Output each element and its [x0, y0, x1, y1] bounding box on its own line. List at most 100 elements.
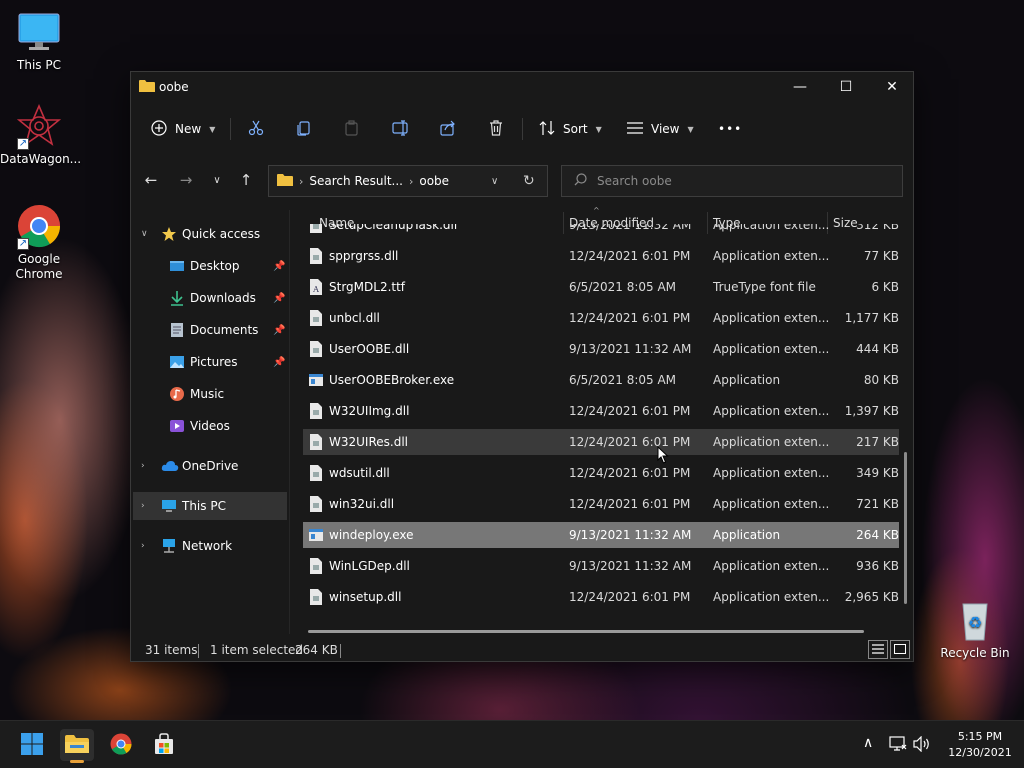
address-bar[interactable]: › Search Result... › oobe ∨ ↻ [268, 165, 548, 197]
network-status-icon[interactable] [889, 736, 907, 756]
desktop-icon-label: Recycle Bin [940, 646, 1010, 660]
details-view-toggle[interactable] [868, 640, 888, 659]
file-row[interactable]: WinLGDep.dll 9/13/2021 11:32 AM Applicat… [303, 553, 899, 579]
search-box[interactable] [561, 165, 903, 197]
desktop-icon-datawagon[interactable]: ↗ DataWagon... [0, 103, 81, 167]
file-row[interactable]: spprgrss.dll 12/24/2021 6:01 PM Applicat… [303, 243, 899, 269]
share-button[interactable] [440, 116, 456, 142]
file-row[interactable]: winsetup.dll 12/24/2021 6:01 PM Applicat… [303, 584, 899, 610]
desktop-icon-label: This PC [17, 58, 61, 72]
nav-label: This PC [182, 499, 226, 513]
pane-splitter[interactable] [289, 210, 290, 634]
paste-button[interactable] [344, 116, 360, 142]
status-divider [340, 644, 341, 658]
horizontal-scrollbar[interactable] [308, 630, 864, 633]
file-row-hovered[interactable]: W32UIRes.dll 12/24/2021 6:01 PM Applicat… [303, 429, 899, 455]
dll-file-icon [309, 310, 323, 326]
recent-locations-button[interactable]: ∨ [205, 168, 229, 192]
back-button[interactable]: ← [139, 168, 163, 192]
new-button[interactable]: New ▼ [151, 116, 215, 142]
maximize-button[interactable]: ☐ [823, 72, 869, 102]
arrow-left-icon: ← [144, 171, 158, 189]
copy-icon [296, 120, 312, 139]
sort-label: Sort [563, 122, 588, 136]
new-label: New [175, 122, 202, 136]
mouse-cursor-icon [657, 445, 669, 467]
window-title: oobe [159, 80, 189, 94]
file-row-selected[interactable]: windeploy.exe 9/13/2021 11:32 AM Applica… [303, 522, 899, 548]
taskbar-store[interactable] [147, 729, 181, 761]
file-list: SetupCleanupTask.dll 9/13/2021 11:32 AM … [303, 224, 899, 634]
nav-onedrive[interactable]: › OneDrive [133, 452, 287, 480]
volume-icon[interactable] [913, 735, 931, 756]
command-bar: New ▼ Sort ▼ View ▼ ••• [131, 108, 913, 150]
file-row[interactable]: A StrgMDL2.ttf 6/5/2021 8:05 AM TrueType… [303, 274, 899, 300]
start-button[interactable] [15, 729, 49, 761]
desktop-icon-recycle-bin[interactable]: ♻ Recycle Bin [936, 598, 1014, 661]
dll-file-icon [309, 465, 323, 481]
copy-button[interactable] [296, 116, 312, 142]
chrome-icon: ↗ [17, 204, 61, 250]
cut-button[interactable] [248, 116, 264, 142]
chevron-down-icon: ▼ [595, 124, 602, 134]
minimize-button[interactable]: — [777, 72, 823, 102]
dll-file-icon [309, 248, 323, 264]
trash-icon [488, 119, 504, 139]
sort-button[interactable]: Sort ▼ [539, 116, 602, 142]
desktop-icon-google-chrome[interactable]: ↗ Google Chrome [0, 204, 78, 282]
nav-music[interactable]: Music [133, 380, 287, 408]
file-row[interactable]: win32ui.dll 12/24/2021 6:01 PM Applicati… [303, 491, 899, 517]
pin-icon: 📌 [273, 292, 286, 304]
nav-documents[interactable]: Documents 📌 [133, 316, 287, 344]
title-bar[interactable]: oobe — ☐ ✕ [131, 72, 913, 102]
nav-desktop[interactable]: Desktop 📌 [133, 252, 287, 280]
show-hidden-icons-chevron-icon[interactable]: ∧ [863, 735, 873, 751]
tiles-view-toggle[interactable] [890, 640, 910, 659]
nav-network[interactable]: › Network [133, 532, 287, 560]
plus-circle-icon [151, 119, 167, 139]
share-icon [440, 120, 456, 139]
chevron-down-icon: ▼ [687, 124, 694, 134]
rename-button[interactable] [392, 116, 410, 142]
file-row[interactable]: UserOOBEBroker.exe 6/5/2021 8:05 AM Appl… [303, 367, 899, 393]
delete-button[interactable] [488, 116, 504, 142]
breadcrumb-oobe[interactable]: oobe [419, 174, 449, 188]
nav-this-pc[interactable]: › This PC [133, 492, 287, 520]
desktop-icon-label: Google Chrome [15, 252, 63, 281]
status-bar: 31 items 1 item selected 264 KB [131, 640, 913, 662]
taskbar-chrome[interactable] [104, 729, 138, 761]
taskbar: ∧ 5:15 PM 12/30/2021 [0, 720, 1024, 768]
nav-videos[interactable]: Videos [133, 412, 287, 440]
nav-quick-access[interactable]: ∨ Quick access [133, 220, 287, 248]
search-input[interactable] [597, 174, 887, 188]
arrow-up-icon: ↑ [239, 171, 253, 189]
more-options-button[interactable]: ••• [718, 116, 742, 142]
file-row[interactable]: wdsutil.dll 12/24/2021 6:01 PM Applicati… [303, 460, 899, 486]
refresh-icon[interactable]: ↻ [523, 173, 535, 189]
file-row[interactable]: SetupCleanupTask.dll 9/13/2021 11:32 AM … [303, 224, 899, 238]
up-button[interactable]: ↑ [234, 168, 258, 192]
desktop-folder-icon [169, 258, 185, 274]
status-divider [198, 644, 199, 658]
nav-downloads[interactable]: Downloads 📌 [133, 284, 287, 312]
address-history-chevron-icon[interactable]: ∨ [491, 176, 498, 187]
desktop-icon-this-pc[interactable]: This PC [0, 10, 78, 73]
close-button[interactable]: ✕ [869, 72, 915, 102]
file-explorer-window: oobe — ☐ ✕ New ▼ Sort ▼ View ▼ ••• ← → ∨… [130, 71, 914, 662]
breadcrumb-separator-icon: › [408, 174, 414, 188]
view-button[interactable]: View ▼ [627, 116, 694, 142]
taskbar-file-explorer[interactable] [60, 729, 94, 763]
nav-label: Quick access [182, 227, 261, 241]
monitor-icon [17, 10, 61, 54]
datawagon-logo-icon: ↗ [16, 103, 62, 150]
file-row[interactable]: W32UIImg.dll 12/24/2021 6:01 PM Applicat… [303, 398, 899, 424]
vertical-scrollbar[interactable] [904, 452, 907, 604]
file-row[interactable]: unbcl.dll 12/24/2021 6:01 PM Application… [303, 305, 899, 331]
monitor-icon [161, 498, 177, 514]
system-clock[interactable]: 5:15 PM 12/30/2021 [944, 729, 1016, 761]
forward-button[interactable]: → [174, 168, 198, 192]
breadcrumb-search-results[interactable]: Search Result... [309, 174, 403, 188]
file-row[interactable]: UserOOBE.dll 9/13/2021 11:32 AM Applicat… [303, 336, 899, 362]
dll-file-icon [309, 341, 323, 357]
nav-pictures[interactable]: Pictures 📌 [133, 348, 287, 376]
